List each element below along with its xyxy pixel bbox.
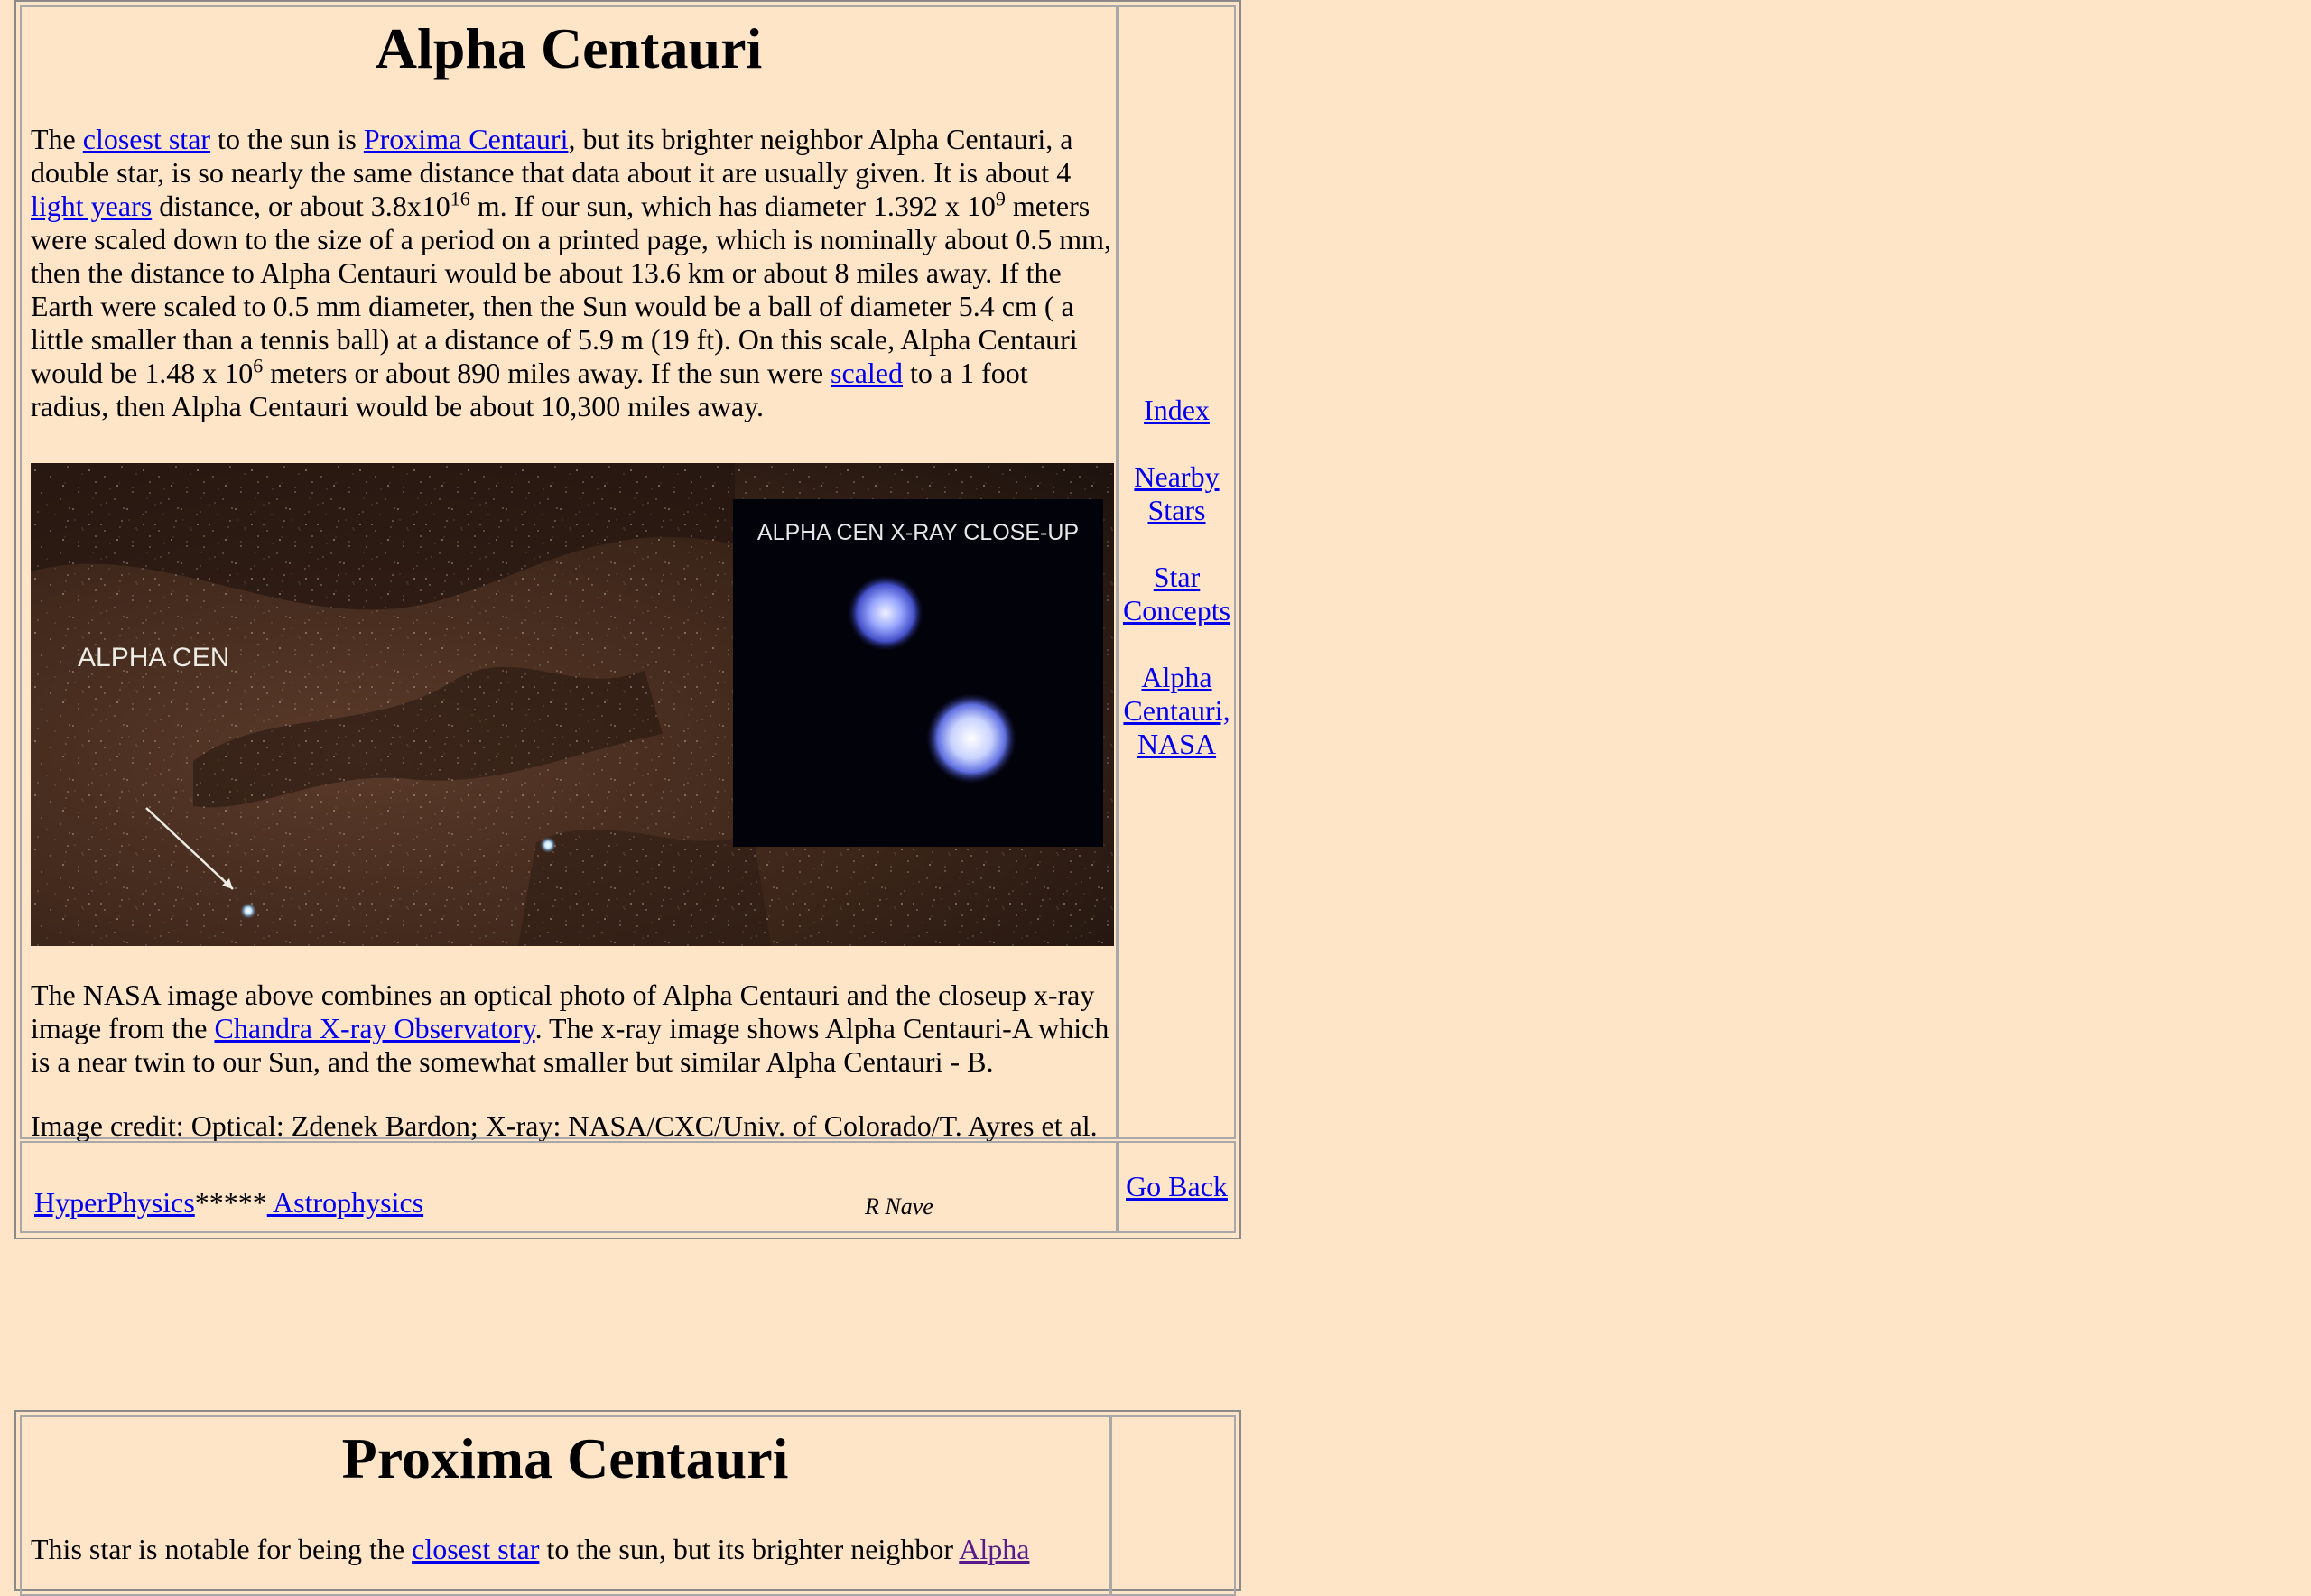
- proxima-centauri-table: Proxima Centauri This star is notable fo…: [14, 1410, 1241, 1596]
- image-credit: Image credit: Optical: Zdenek Bardon; X-…: [31, 1109, 1098, 1142]
- astrophysics-link[interactable]: Astrophysics: [267, 1186, 423, 1219]
- text-run: to the sun, but its brighter neighbor: [539, 1533, 960, 1565]
- closest-star-link[interactable]: closest star: [83, 123, 210, 155]
- exponent: 6: [253, 354, 264, 377]
- text-run: m. If our sun, which has diameter 1.392 …: [469, 190, 996, 222]
- chandra-link[interactable]: Chandra X-ray Observatory: [214, 1012, 534, 1044]
- author-credit: R Nave: [865, 1193, 933, 1220]
- alpha-centauri-table: Alpha Centauri The closest star to the s…: [14, 0, 1241, 1239]
- text-run: This star is notable for being the: [31, 1533, 413, 1565]
- nav-link-nearby-stars[interactable]: Nearby Stars: [1119, 460, 1234, 527]
- side-nav-cell: Index Nearby Stars Star Concepts Alpha C…: [1118, 5, 1236, 1139]
- section-title: Proxima Centauri: [341, 1426, 789, 1490]
- text-run: to the sun is: [210, 123, 364, 155]
- footer-links: HyperPhysics***** Astrophysics: [34, 1186, 423, 1220]
- proxima-intro-paragraph: This star is notable for being the close…: [31, 1533, 1105, 1566]
- light-years-link[interactable]: light years: [31, 190, 152, 222]
- go-back-cell: Go Back: [1118, 1141, 1236, 1233]
- exponent: 9: [995, 187, 1006, 210]
- proxima-centauri-link[interactable]: Proxima Centauri: [364, 123, 569, 155]
- text-run: distance, or about 3.8x10: [152, 190, 450, 222]
- text-run: The: [31, 123, 83, 155]
- alpha-intro-paragraph: The closest star to the sun is Proxima C…: [31, 123, 1112, 423]
- footer-separator: *****: [194, 1186, 267, 1219]
- text-run: meters or about 890 miles away. If the s…: [263, 357, 831, 389]
- footer-cell: HyperPhysics***** Astrophysics R Nave: [20, 1141, 1118, 1233]
- side-nav: Index Nearby Stars Star Concepts Alpha C…: [1119, 394, 1234, 794]
- alpha-main-cell: Alpha Centauri The closest star to the s…: [20, 5, 1118, 1142]
- alpha-cen-label: ALPHA CEN: [78, 643, 229, 673]
- image-description-paragraph: The NASA image above combines an optical…: [31, 979, 1112, 1079]
- alpha-centauri-photo: ALPHA CEN ALPHA CEN X-RAY CLOSE-UP: [31, 463, 1114, 946]
- scaled-link[interactable]: scaled: [831, 357, 903, 389]
- hyperphysics-link[interactable]: HyperPhysics: [34, 1186, 195, 1219]
- page-title: Alpha Centauri: [375, 16, 763, 80]
- closest-star-link[interactable]: closest star: [412, 1533, 539, 1565]
- exponent: 16: [450, 187, 470, 210]
- go-back-link[interactable]: Go Back: [1126, 1170, 1228, 1202]
- xray-inset-label: ALPHA CEN X-RAY CLOSE-UP: [757, 520, 1079, 545]
- nav-link-index[interactable]: Index: [1119, 394, 1234, 427]
- alpha-centauri-link[interactable]: Alpha: [959, 1533, 1029, 1565]
- nav-link-alpha-centauri-nasa[interactable]: Alpha Centauri, NASA: [1119, 661, 1234, 761]
- proxima-main-cell: Proxima Centauri This star is notable fo…: [20, 1415, 1110, 1596]
- nav-link-star-concepts[interactable]: Star Concepts: [1119, 561, 1234, 627]
- proxima-side-cell: [1110, 1415, 1236, 1596]
